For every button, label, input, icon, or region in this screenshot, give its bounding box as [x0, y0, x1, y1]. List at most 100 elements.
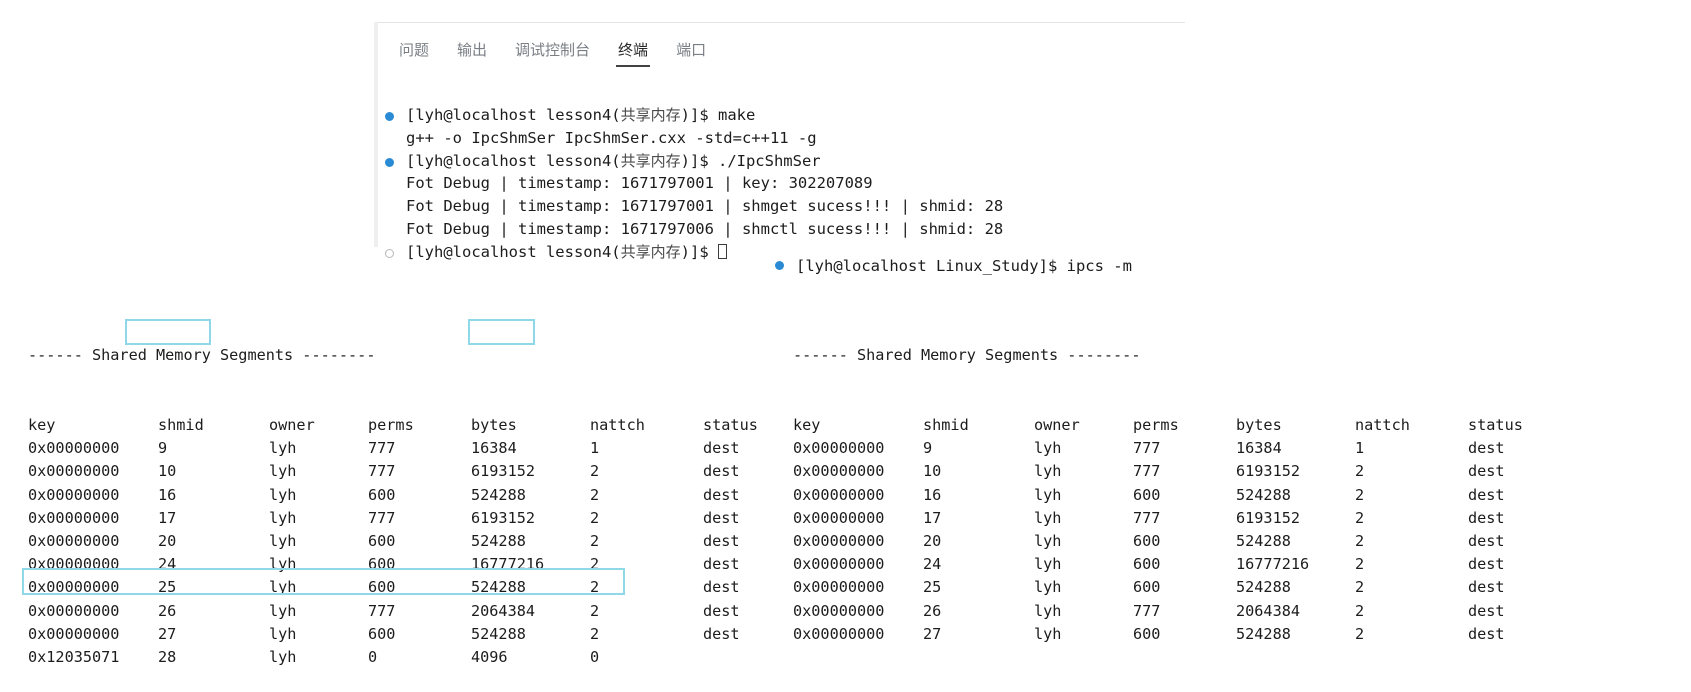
tab-0[interactable]: 问题 — [385, 40, 443, 60]
cell-bytes: 6193152 — [1236, 508, 1301, 527]
shell-prompt: [lyh@localhost lesson4( — [406, 151, 621, 170]
cell-owner: lyh — [269, 578, 297, 597]
column-header-owner: owner — [1034, 416, 1080, 435]
cell-status: dest — [703, 462, 740, 481]
cell-nattch: 2 — [590, 508, 600, 527]
cell-bytes: 524288 — [471, 624, 526, 643]
cell-bytes: 2064384 — [471, 601, 536, 620]
column-header-shmid: shmid — [158, 416, 204, 435]
cell-nattch: 2 — [1355, 555, 1365, 574]
panel-left-divider — [374, 22, 378, 247]
shell-prompt: [lyh@localhost lesson4( — [406, 242, 621, 261]
cell-shmid: 17 — [158, 508, 177, 527]
cell-key: 0x00000000 — [28, 555, 120, 574]
table-row: 0x00000000 25 lyh 600 524288 2 dest — [793, 576, 1538, 599]
cell-perms: 0 — [368, 648, 378, 667]
cell-bytes: 524288 — [1236, 485, 1291, 504]
cell-shmid: 10 — [158, 462, 177, 481]
cell-bytes: 16777216 — [471, 555, 545, 574]
table-row: 0x00000000 27 lyh 600 524288 2 dest — [793, 623, 1538, 646]
cell-status: dest — [703, 555, 740, 574]
cell-perms: 777 — [368, 601, 396, 620]
cell-owner: lyh — [269, 485, 297, 504]
column-header-status: status — [1468, 416, 1523, 435]
cell-shmid: 10 — [923, 462, 942, 481]
cell-shmid: 9 — [158, 439, 168, 458]
cell-nattch: 2 — [590, 532, 600, 551]
cell-status: dest — [1468, 462, 1505, 481]
column-header-bytes: bytes — [471, 416, 517, 435]
tab-2[interactable]: 调试控制台 — [501, 40, 604, 60]
cell-status: dest — [703, 624, 740, 643]
column-header-status: status — [703, 416, 758, 435]
column-header-owner: owner — [269, 416, 315, 435]
cell-owner: lyh — [269, 532, 297, 551]
cell-bytes: 4096 — [471, 648, 508, 667]
cell-shmid: 17 — [923, 508, 942, 527]
cell-nattch: 1 — [1355, 439, 1365, 458]
table-row: 0x00000000 25 lyh 600 524288 2 dest — [28, 576, 773, 599]
tab-active-3[interactable]: 终端 — [604, 40, 662, 67]
cell-nattch: 1 — [590, 439, 600, 458]
cell-owner: lyh — [269, 648, 297, 667]
ipcs-output-right: ------ Shared Memory Segments -------- k… — [793, 298, 1538, 669]
terminal-line-text: Fot Debug | timestamp: 1671797001 | shmg… — [406, 197, 1004, 216]
terminal-line: Fot Debug | timestamp: 1671797001 | key:… — [385, 172, 1003, 195]
terminal-line-text: ipcs -m — [1066, 257, 1132, 275]
cell-key: 0x00000000 — [28, 601, 120, 620]
command-status-success-icon — [775, 261, 784, 270]
terminal-output[interactable]: [lyh@localhost lesson4(共享内存)]$ make g++ -… — [385, 104, 1003, 264]
cell-perms: 600 — [368, 578, 396, 597]
shell-prompt-tail: )]$ — [680, 151, 718, 170]
tab-label: 端口 — [676, 41, 707, 59]
cell-key: 0x00000000 — [793, 485, 885, 504]
cell-shmid: 26 — [158, 601, 177, 620]
cell-bytes: 6193152 — [471, 462, 536, 481]
table-row: 0x00000000 26 lyh 777 2064384 2 dest — [793, 600, 1538, 623]
shell-prompt-directory-cjk: 共享内存 — [620, 242, 681, 261]
cell-status: dest — [1468, 439, 1505, 458]
tab-1[interactable]: 输出 — [443, 40, 501, 60]
shell-prompt-directory-cjk: 共享内存 — [620, 106, 681, 124]
panel-top-divider — [377, 22, 1185, 23]
cell-owner: lyh — [1034, 624, 1062, 643]
shell-prompt-directory-cjk: 共享内存 — [620, 151, 681, 170]
cell-nattch: 2 — [590, 601, 600, 620]
table-row: 0x00000000 16 lyh 600 524288 2 dest — [28, 484, 773, 507]
tab-label: 问题 — [399, 41, 430, 59]
tab-active-underline — [616, 65, 651, 67]
cell-perms: 777 — [1133, 601, 1161, 620]
cell-status: dest — [1468, 624, 1505, 643]
table-row: 0x00000000 16 lyh 600 524288 2 dest — [793, 484, 1538, 507]
cell-status: dest — [703, 601, 740, 620]
cell-key: 0x00000000 — [793, 601, 885, 620]
cell-status: dest — [1468, 555, 1505, 574]
cell-status: dest — [1468, 578, 1505, 597]
terminal-panel: 问题 输出 调试控制台 终端 端口 [lyh@localhost lesson4(共享内… — [365, 22, 1185, 261]
cell-nattch: 2 — [1355, 462, 1365, 481]
cell-nattch: 2 — [1355, 624, 1365, 643]
cell-key: 0x00000000 — [28, 624, 120, 643]
cell-key: 0x00000000 — [793, 624, 885, 643]
tab-4[interactable]: 端口 — [662, 40, 720, 60]
column-header-bytes: bytes — [1236, 416, 1282, 435]
cell-owner: lyh — [1034, 439, 1062, 458]
secondary-terminal-prompt-line[interactable]: [lyh@localhost Linux_Study]$ ipcs -m — [775, 255, 1132, 277]
cell-nattch: 2 — [1355, 508, 1365, 527]
cell-bytes: 16384 — [471, 439, 517, 458]
cell-nattch: 0 — [590, 648, 600, 667]
cell-owner: lyh — [269, 439, 297, 458]
tab-label: 终端 — [618, 41, 649, 59]
terminal-line-text: g++ -o IpcShmSer IpcShmSer.cxx -std=c++1… — [406, 128, 817, 147]
cell-status: dest — [703, 508, 740, 527]
cell-perms: 777 — [368, 439, 396, 458]
terminal-cursor — [717, 243, 727, 259]
cell-shmid: 16 — [923, 485, 942, 504]
cell-bytes: 6193152 — [471, 508, 536, 527]
cell-key: 0x00000000 — [28, 485, 120, 504]
cell-owner: lyh — [1034, 601, 1062, 620]
terminal-line-text: Fot Debug | timestamp: 1671797001 | key:… — [406, 174, 873, 193]
terminal-line-text: Fot Debug | timestamp: 1671797006 | shmc… — [406, 219, 1004, 238]
cell-bytes: 524288 — [1236, 624, 1291, 643]
cell-perms: 600 — [1133, 532, 1161, 551]
